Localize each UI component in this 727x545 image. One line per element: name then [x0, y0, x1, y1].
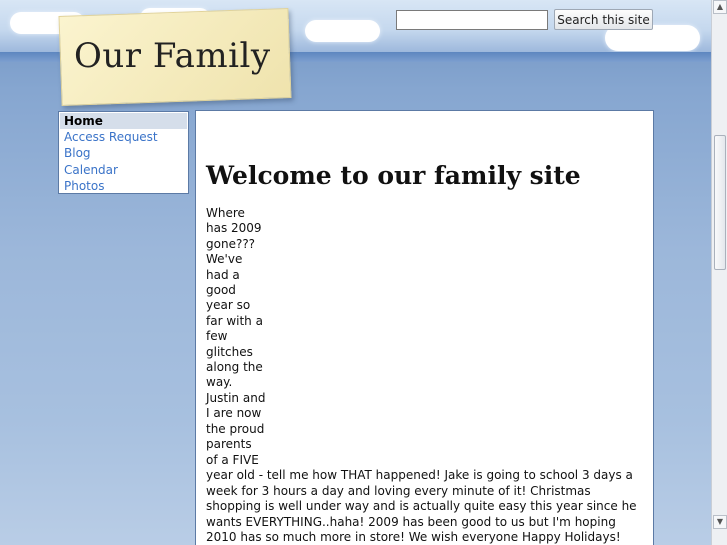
- page-title: Welcome to our family site: [206, 161, 581, 190]
- welcome-text-part-2: year old - tell me how THAT happened! Ja…: [206, 468, 637, 545]
- nav-item-home[interactable]: Home: [60, 113, 187, 130]
- search-button[interactable]: Search this site: [554, 9, 653, 30]
- nav-item-blog[interactable]: Blog: [59, 145, 188, 161]
- search-input[interactable]: [396, 10, 548, 30]
- sidebar-nav: Home Access Request Blog Calendar Photos: [58, 111, 189, 194]
- main-content: Welcome to our family site Where has 200…: [195, 110, 654, 545]
- cloud-decoration: [305, 20, 380, 42]
- nav-item-photos[interactable]: Photos: [59, 178, 188, 194]
- page-scrollbar[interactable]: ▲ ▼: [711, 0, 727, 545]
- nav-item-calendar[interactable]: Calendar: [59, 162, 188, 178]
- site-title: Our Family: [74, 36, 271, 76]
- nav-item-access-request[interactable]: Access Request: [59, 129, 188, 145]
- welcome-text-part-1: Where has 2009 gone??? We've had a good …: [206, 206, 266, 467]
- scroll-up-arrow-icon[interactable]: ▲: [713, 0, 727, 14]
- scroll-down-arrow-icon[interactable]: ▼: [713, 515, 727, 529]
- scroll-thumb[interactable]: [714, 135, 726, 270]
